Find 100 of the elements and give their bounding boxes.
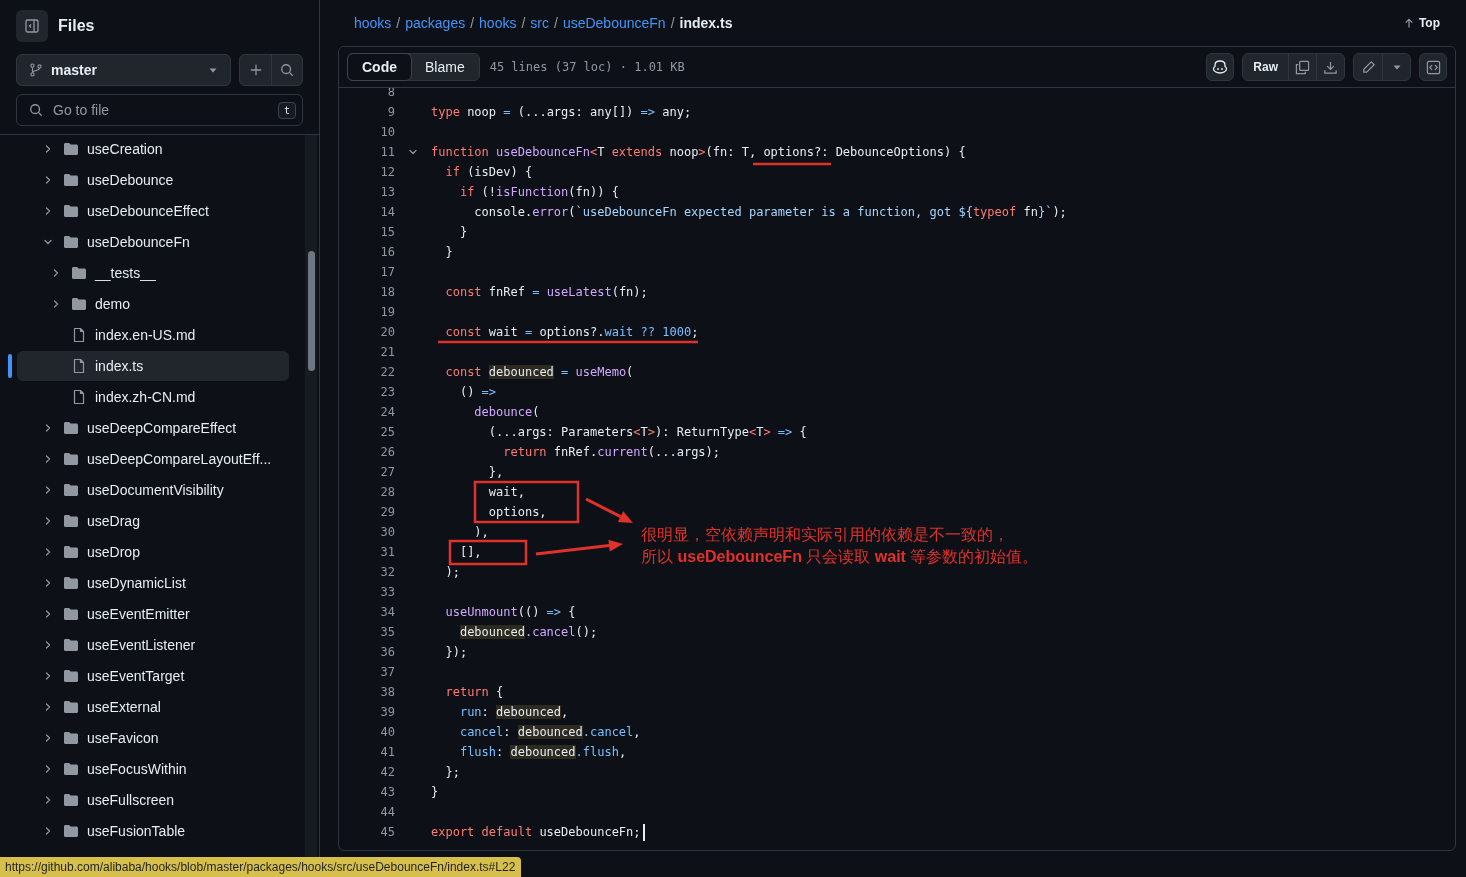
view-tab[interactable]: Code xyxy=(347,53,412,81)
view-tab[interactable]: Blame xyxy=(411,54,479,80)
breadcrumb-link[interactable]: packages xyxy=(405,15,466,31)
line-number: 45 xyxy=(379,825,395,839)
folder-icon xyxy=(63,419,79,436)
line-number: 29 xyxy=(379,505,395,519)
code-line: } xyxy=(431,785,439,799)
annotation-text: 很明显，空依赖声明和实际引用的依赖是不一致的， 所以 useDebounceFn 只会读取 wait 等参数的初始值。 xyxy=(641,525,1039,567)
tree-item[interactable]: useFavicon xyxy=(17,722,289,753)
folder-icon xyxy=(63,729,79,746)
download-icon xyxy=(1323,59,1338,75)
code-line: if (isDev) { xyxy=(444,165,533,179)
line-number: 34 xyxy=(379,605,395,619)
code-square-icon xyxy=(1425,59,1441,75)
keyboard-shortcut: t xyxy=(277,101,296,119)
tree-item[interactable]: index.ts xyxy=(17,350,289,381)
line-number: 40 xyxy=(379,725,395,739)
copilot-button[interactable] xyxy=(1206,53,1235,81)
folder-icon xyxy=(63,822,79,839)
line-number: 15 xyxy=(379,225,395,239)
breadcrumb-link[interactable]: useDebounceFn xyxy=(562,15,666,31)
line-number: 23 xyxy=(379,385,395,399)
breadcrumb-separator: / xyxy=(670,15,675,31)
line-number: 36 xyxy=(379,645,395,659)
code-line: (...args: Parameters<T>): ReturnType<T> => { xyxy=(487,425,807,439)
file-search-box[interactable]: Go to file t xyxy=(16,94,303,126)
tree-item[interactable]: useFusionTable xyxy=(17,815,289,846)
tree-item[interactable]: demo xyxy=(17,288,289,319)
folder-icon xyxy=(63,760,79,777)
code-line: const fnRef = useLatest(fn); xyxy=(444,285,648,299)
selection-indicator xyxy=(8,353,12,378)
tree-item[interactable]: useCreation xyxy=(17,135,289,164)
tree-item[interactable]: useDynamicList xyxy=(17,567,289,598)
tree-item[interactable]: useEventTarget xyxy=(17,660,289,691)
breadcrumb-link[interactable]: src xyxy=(530,15,549,31)
tree-item[interactable]: useDebounceFn xyxy=(17,226,289,257)
tree-item[interactable]: __tests__ xyxy=(17,257,289,288)
line-number: 31 xyxy=(379,545,395,559)
top-link[interactable]: Top xyxy=(1402,16,1440,30)
tree-item[interactable]: index.zh-CN.md xyxy=(17,381,289,412)
search-icon xyxy=(280,63,294,77)
line-number: 28 xyxy=(379,485,395,499)
code-line: function useDebounceFn<T extends noop>(fn: T, options?: DebounceOptions) { xyxy=(431,145,966,159)
line-number: 33 xyxy=(379,585,395,599)
line-number: 26 xyxy=(379,445,395,459)
line-number: 13 xyxy=(379,185,395,199)
code-line: useUnmount(() => { xyxy=(444,605,576,619)
tree-item[interactable]: useDrop xyxy=(17,536,289,567)
line-number: 24 xyxy=(379,405,395,419)
code-line: ), xyxy=(473,525,489,539)
code-line: console.error(`useDebounceFn expected parameter is a function, got ${typeof fn}`); xyxy=(473,205,1067,219)
tree-item[interactable]: useDebounceEffect xyxy=(17,195,289,226)
breadcrumb-link[interactable]: hooks xyxy=(479,15,517,31)
breadcrumb-separator: / xyxy=(521,15,526,31)
tree-item[interactable]: useDrag xyxy=(17,505,289,536)
folder-icon xyxy=(63,171,79,188)
sidebar-title: Files xyxy=(58,17,95,35)
file-search-field[interactable]: Go to file xyxy=(51,101,270,119)
tree-item[interactable]: useExternal xyxy=(17,691,289,722)
line-number: 16 xyxy=(379,245,395,259)
code-line: return { xyxy=(444,685,504,699)
code-line: } xyxy=(458,225,468,239)
copy-icon xyxy=(1295,59,1310,75)
search-icon xyxy=(29,103,43,117)
breadcrumb-separator: / xyxy=(396,15,401,31)
code-line: wait, xyxy=(487,485,525,499)
line-number: 9 xyxy=(386,105,395,119)
code-line: const debounced = useMemo( xyxy=(444,365,634,379)
folder-icon xyxy=(63,636,79,653)
tree-item[interactable]: useEventEmitter xyxy=(17,598,289,629)
tree-item[interactable]: useFullscreen xyxy=(17,784,289,815)
folder-icon xyxy=(63,698,79,715)
file-icon xyxy=(71,388,87,405)
breadcrumb-link[interactable]: hooks xyxy=(354,15,392,31)
code-line: }); xyxy=(444,645,468,659)
tree-item[interactable]: useDocumentVisibility xyxy=(17,474,289,505)
line-number: 42 xyxy=(379,765,395,779)
tree-item[interactable]: useFocusWithin xyxy=(17,753,289,784)
line-number: 21 xyxy=(379,345,395,359)
tree-item[interactable]: useEventListener xyxy=(17,629,289,660)
code-line: cancel: debounced.cancel, xyxy=(458,725,641,739)
code-line: () => xyxy=(458,385,497,399)
code-line: debounce( xyxy=(473,405,540,419)
url-tooltip: https://github.com/alibaba/hooks/blob/master/packages/hooks/src/useDebounceFn/index.ts#L22 xyxy=(0,857,522,877)
folder-icon xyxy=(63,512,79,529)
arrow xyxy=(585,497,633,523)
line-number: 37 xyxy=(379,665,395,679)
code-line: type noop = (...args: any[]) => any; xyxy=(431,105,692,119)
folder-icon xyxy=(71,295,87,312)
symbols-button[interactable] xyxy=(1419,53,1447,81)
code-line: if (!isFunction(fn)) { xyxy=(458,185,619,199)
tree-item[interactable]: index.en-US.md xyxy=(17,319,289,350)
tree-item[interactable]: useDebounce xyxy=(17,164,289,195)
line-number: 27 xyxy=(379,465,395,479)
line-number: 35 xyxy=(379,625,395,639)
tree-item[interactable]: useDeepCompareEffect xyxy=(17,412,289,443)
branch-selector[interactable]: master xyxy=(16,54,231,86)
tree-item[interactable]: useDeepCompareLayoutEff... xyxy=(17,443,289,474)
sidebar-toggle-button[interactable] xyxy=(16,10,48,42)
breadcrumb-current: index.ts xyxy=(679,15,733,31)
